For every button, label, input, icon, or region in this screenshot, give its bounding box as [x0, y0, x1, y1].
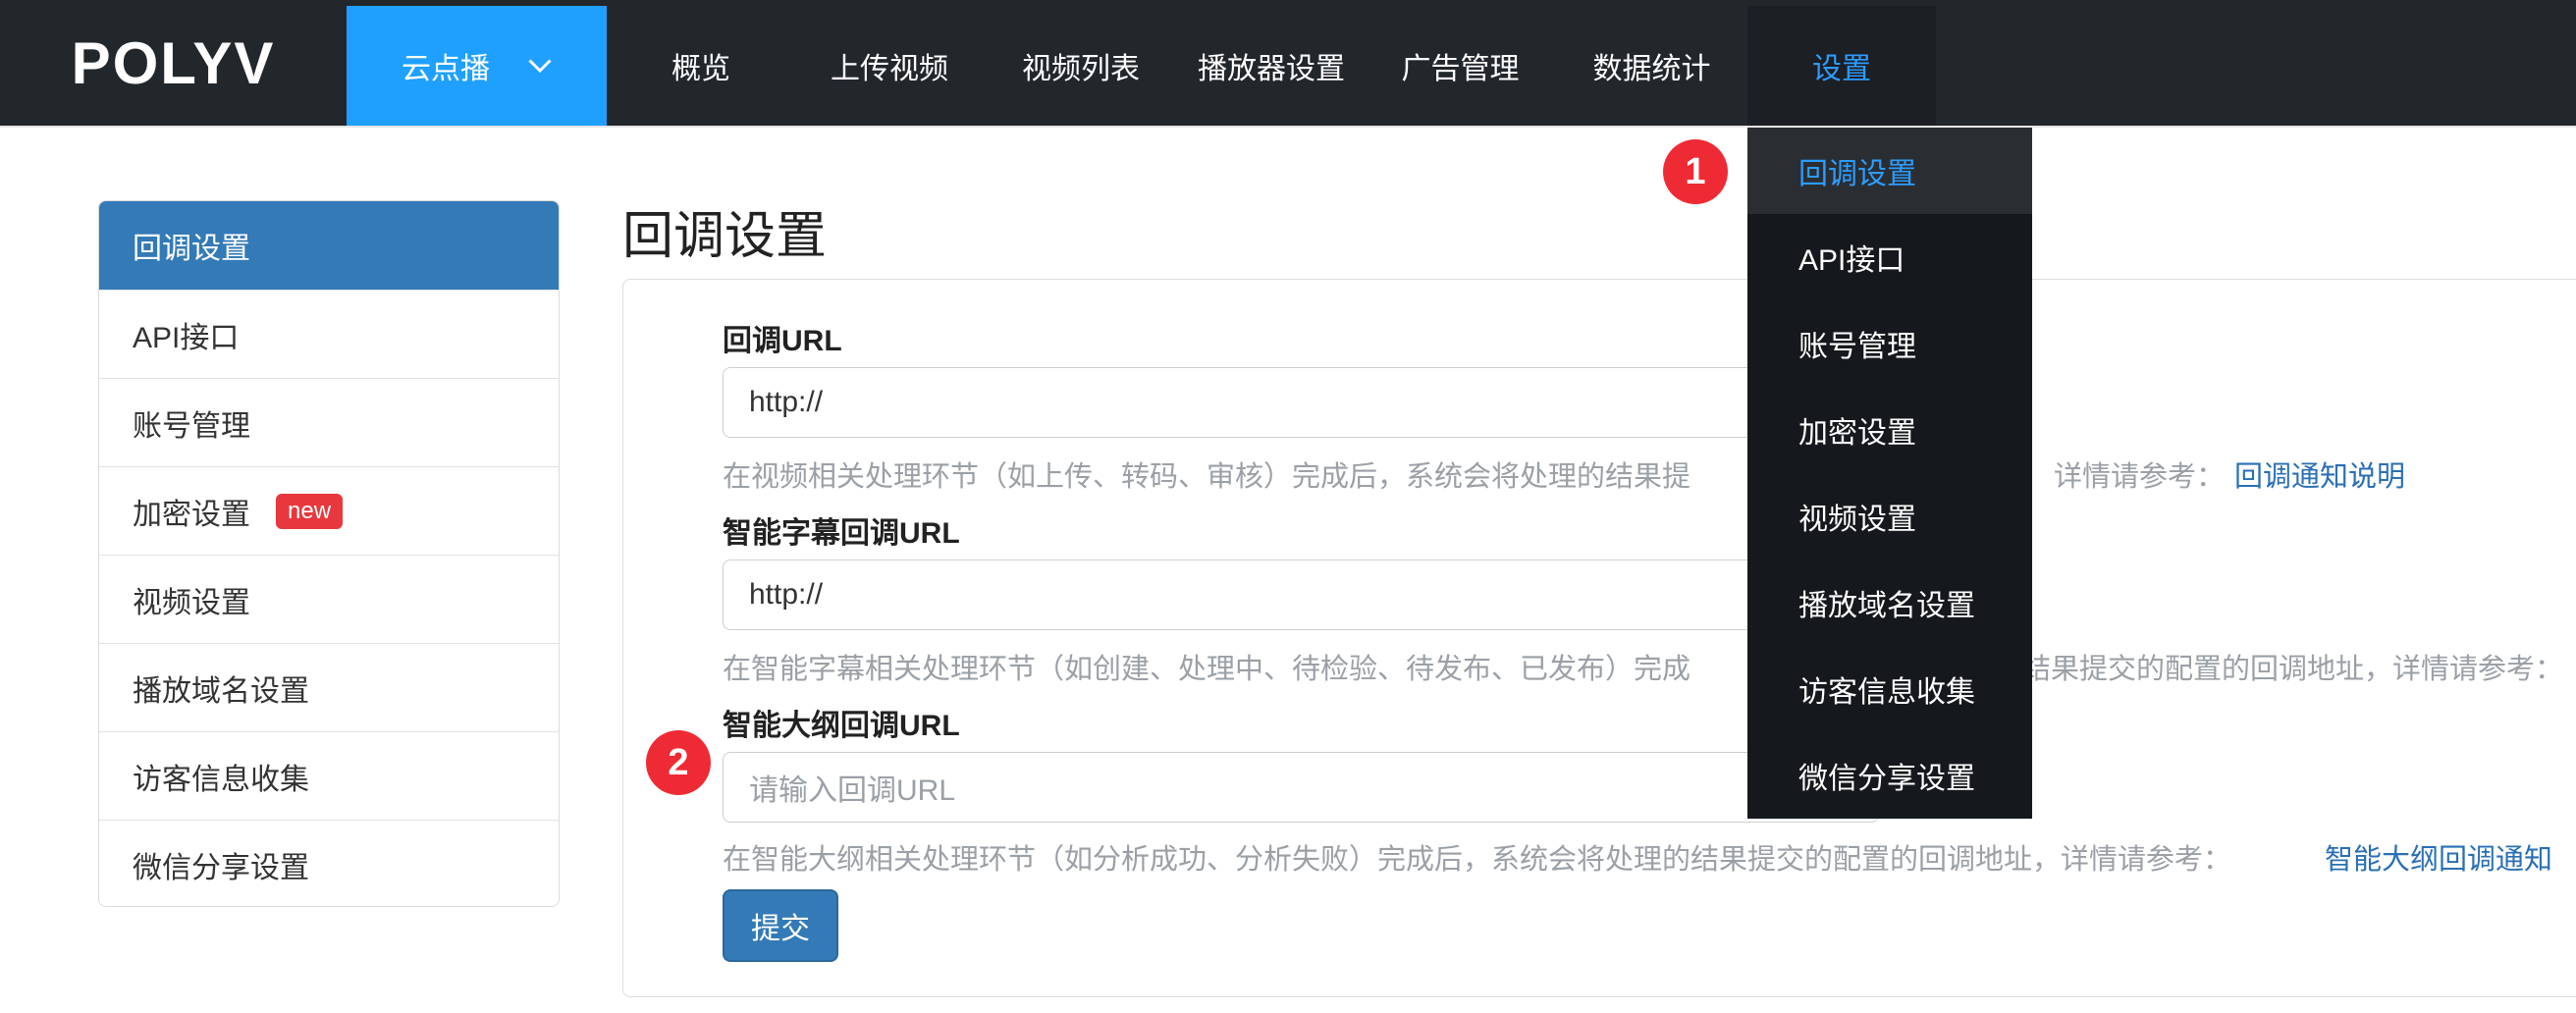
- dropdown-item-callback[interactable]: 回调设置: [1747, 128, 2032, 214]
- subtitle-callback-help-ref: 结果提交的配置的回调地址，详情请参考：: [2022, 654, 2564, 685]
- nav-statistics[interactable]: 数据统计: [1556, 6, 1747, 126]
- outline-callback-url-label: 智能大纲回调URL: [723, 710, 960, 742]
- sidebar-item-label: 视频设置: [133, 586, 250, 619]
- sidebar-item-domain[interactable]: 播放域名设置: [99, 643, 559, 731]
- settings-dropdown-menu: 回调设置 API接口 账号管理 加密设置 视频设置 播放域名设置 访客信息收集 …: [1747, 128, 2032, 819]
- callback-url-help-ref: 详情请参考：: [2054, 461, 2226, 493]
- sidebar-item-label: 账号管理: [133, 409, 250, 443]
- sidebar-item-api[interactable]: API接口: [99, 290, 559, 378]
- sidebar-item-wechat[interactable]: 微信分享设置: [99, 820, 559, 906]
- dropdown-item-encryption[interactable]: 加密设置: [1747, 387, 2032, 473]
- subtitle-callback-url-input[interactable]: http://: [723, 560, 1879, 630]
- submit-button[interactable]: 提交: [723, 889, 838, 962]
- annotation-marker-2: 2: [646, 730, 711, 795]
- callback-url-help: 在视频相关处理环节（如上传、转码、审核）完成后，系统会将处理的结果提: [723, 461, 1691, 493]
- page-title: 回调设置: [622, 208, 828, 265]
- subtitle-callback-url-label: 智能字幕回调URL: [723, 517, 960, 550]
- annotation-marker-1: 1: [1663, 139, 1728, 204]
- dropdown-item-visitor[interactable]: 访客信息收集: [1747, 646, 2032, 732]
- callback-url-input[interactable]: http://: [723, 367, 1879, 438]
- settings-sidebar: 回调设置 API接口 账号管理 加密设置 new 视频设置 播放域名设置 访客信…: [98, 200, 560, 907]
- sidebar-item-callback[interactable]: 回调设置: [99, 201, 559, 290]
- dropdown-item-account[interactable]: 账号管理: [1747, 300, 2032, 387]
- dropdown-item-video[interactable]: 视频设置: [1747, 473, 2032, 560]
- sidebar-item-encryption[interactable]: 加密设置 new: [99, 466, 559, 555]
- dropdown-item-wechat[interactable]: 微信分享设置: [1747, 732, 2032, 819]
- sidebar-item-label: 播放域名设置: [133, 674, 309, 708]
- polyv-logo[interactable]: POLYV: [0, 0, 347, 126]
- nav-settings[interactable]: 设置: [1747, 6, 1936, 126]
- dropdown-item-domain[interactable]: 播放域名设置: [1747, 560, 2032, 646]
- nav-upload-video[interactable]: 上传视频: [795, 6, 984, 126]
- sidebar-item-label: 加密设置: [133, 498, 250, 531]
- dropdown-item-api[interactable]: API接口: [1747, 214, 2032, 300]
- product-switcher[interactable]: 云点播: [347, 6, 607, 126]
- logo-text: POLYV: [71, 29, 276, 96]
- nav-ad-management[interactable]: 广告管理: [1365, 6, 1556, 126]
- sidebar-item-label: API接口: [133, 321, 240, 354]
- chevron-down-icon: [528, 59, 552, 74]
- navbar-divider: [0, 126, 2576, 128]
- sidebar-item-video[interactable]: 视频设置: [99, 555, 559, 643]
- sidebar-item-label: 访客信息收集: [133, 763, 309, 796]
- sidebar-item-label: 回调设置: [133, 233, 250, 265]
- subtitle-callback-help: 在智能字幕相关处理环节（如创建、处理中、待检验、待发布、已发布）完成: [723, 654, 1691, 685]
- sidebar-item-visitor[interactable]: 访客信息收集: [99, 731, 559, 820]
- callback-doc-link[interactable]: 回调通知说明: [2234, 453, 2405, 495]
- nav-player-settings[interactable]: 播放器设置: [1178, 6, 1365, 126]
- outline-callback-doc-link[interactable]: 智能大纲回调通知: [2325, 836, 2552, 878]
- new-badge: new: [276, 493, 344, 529]
- sidebar-item-label: 微信分享设置: [133, 851, 309, 884]
- outline-callback-url-input[interactable]: 请输入回调URL: [723, 752, 1879, 823]
- product-switcher-label: 云点播: [402, 53, 490, 85]
- callback-url-label: 回调URL: [723, 325, 842, 357]
- outline-callback-help: 在智能大纲相关处理环节（如分析成功、分析失败）完成后，系统会将处理的结果提交的配…: [723, 844, 2232, 876]
- sidebar-item-account[interactable]: 账号管理: [99, 378, 559, 466]
- nav-overview[interactable]: 概览: [607, 6, 795, 126]
- nav-video-list[interactable]: 视频列表: [984, 6, 1178, 126]
